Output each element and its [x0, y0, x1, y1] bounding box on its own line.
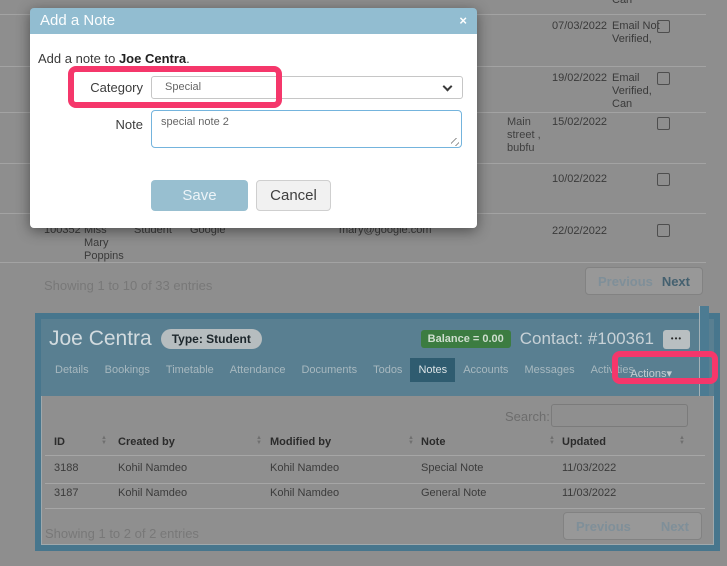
tab-attendance[interactable]: Attendance	[222, 358, 294, 382]
note-row-cell: Special Note	[421, 462, 483, 474]
tab-todos[interactable]: Todos	[365, 358, 410, 382]
note-row-cell: 11/03/2022	[562, 487, 616, 499]
bg-row-date: 10/02/2022	[552, 173, 607, 186]
previous-button[interactable]: Previous	[598, 274, 653, 289]
sort-icon[interactable]: ▲▼	[549, 436, 555, 446]
search-label: Search:	[505, 409, 550, 424]
note-row-cell: 3187	[54, 487, 78, 499]
bg-row-date: 15/02/2022	[552, 116, 607, 129]
note-row-cell: 11/03/2022	[562, 462, 616, 474]
add-note-modal: Add a Note × Add a note to Joe Centra. C…	[30, 8, 477, 228]
bg-row-partial-status: Can	[612, 0, 632, 7]
category-label: Category	[30, 80, 143, 95]
modal-body: Add a note to Joe Centra. Category Speci…	[30, 34, 477, 228]
tab-messages[interactable]: Messages	[516, 358, 582, 382]
sort-icon[interactable]: ▲▼	[679, 436, 685, 446]
panel-scrollbar[interactable]	[699, 306, 709, 396]
note-row-cell: General Note	[421, 487, 486, 499]
app-screen: Can 07/03/2022 Email Not Verified, 19/02…	[0, 0, 727, 566]
save-button[interactable]: Save	[151, 180, 248, 211]
next-button[interactable]: Next	[661, 519, 689, 534]
note-textarea[interactable]: special note 2	[151, 110, 462, 148]
column-header-created[interactable]: Created by	[118, 436, 175, 448]
pagination: Previous Next	[585, 267, 703, 295]
category-select[interactable]: Special	[151, 76, 463, 99]
caret-down-icon: ▾	[666, 368, 672, 380]
pagination: Previous Next	[563, 512, 702, 540]
row-checkbox[interactable]	[657, 224, 670, 237]
next-button[interactable]: Next	[662, 274, 690, 289]
more-options-button[interactable]: •••	[663, 330, 690, 349]
row-checkbox[interactable]	[657, 117, 670, 130]
note-row-cell: Kohil Namdeo	[270, 487, 339, 499]
tab-bookings[interactable]: Bookings	[97, 358, 158, 382]
cancel-button[interactable]: Cancel	[256, 180, 331, 211]
column-header-note[interactable]: Note	[421, 436, 445, 448]
contact-id: Contact: #100361	[520, 329, 654, 349]
column-header-id[interactable]: ID	[54, 436, 65, 448]
tab-details[interactable]: Details	[47, 358, 97, 382]
tab-timetable[interactable]: Timetable	[158, 358, 222, 382]
bg-row-date: 07/03/2022	[552, 20, 607, 33]
contact-type-badge: Type: Student	[161, 329, 262, 349]
row-divider	[45, 455, 705, 456]
chevron-down-icon	[443, 82, 453, 92]
note-row-cell: Kohil Namdeo	[118, 462, 187, 474]
previous-button[interactable]: Previous	[576, 519, 631, 534]
row-checkbox[interactable]	[657, 173, 670, 186]
bg-row-name: Miss Mary Poppins	[84, 224, 132, 263]
bg-row-date: 22/02/2022	[552, 225, 607, 238]
row-divider	[0, 262, 706, 263]
balance-badge: Balance = 0.00	[421, 330, 511, 348]
search-input[interactable]	[551, 404, 688, 427]
row-checkbox[interactable]	[657, 20, 670, 33]
category-selected-value: Special	[165, 81, 201, 93]
contact-name: Joe Centra	[49, 327, 152, 351]
notes-tab-content: Search: ID ▲▼ Created by ▲▼ Modified by …	[41, 396, 714, 545]
note-row-cell: Kohil Namdeo	[118, 487, 187, 499]
bg-row-address: Main street , bubfu	[507, 116, 551, 155]
bg-row-date: 19/02/2022	[552, 72, 607, 85]
tab-accounts[interactable]: Accounts	[455, 358, 516, 382]
modal-header: Add a Note ×	[30, 8, 477, 34]
ellipsis-icon: •••	[671, 334, 682, 343]
tab-documents[interactable]: Documents	[293, 358, 365, 382]
close-icon[interactable]: ×	[459, 8, 467, 34]
sort-icon[interactable]: ▲▼	[408, 436, 414, 446]
note-label: Note	[30, 117, 143, 132]
tab-notes[interactable]: Notes	[410, 358, 455, 382]
contact-panel: Joe Centra Type: Student Balance = 0.00 …	[35, 313, 720, 551]
column-header-updated[interactable]: Updated	[562, 436, 606, 448]
table-info-text: Showing 1 to 2 of 2 entries	[45, 526, 199, 541]
contact-panel-header: Joe Centra Type: Student Balance = 0.00 …	[41, 319, 714, 396]
sort-icon[interactable]: ▲▼	[256, 436, 262, 446]
tab-bar: Details Bookings Timetable Attendance Do…	[41, 358, 714, 382]
note-row-cell: 3188	[54, 462, 78, 474]
note-row-cell: Kohil Namdeo	[270, 462, 339, 474]
sort-icon[interactable]: ▲▼	[101, 436, 107, 446]
modal-title: Add a Note	[30, 8, 477, 34]
actions-dropdown-button[interactable]: Actions▾	[622, 361, 680, 386]
bg-row-status: Email Not Verified,	[612, 20, 662, 46]
row-divider	[45, 483, 705, 484]
table-info-text: Showing 1 to 10 of 33 entries	[44, 278, 212, 293]
contact-name-inline: Joe Centra	[119, 51, 186, 66]
row-checkbox[interactable]	[657, 72, 670, 85]
row-divider	[45, 508, 705, 509]
column-header-modified[interactable]: Modified by	[270, 436, 331, 448]
bg-row-status: Email Verified, Can	[612, 72, 662, 111]
modal-intro-text: Add a note to Joe Centra.	[38, 51, 190, 66]
